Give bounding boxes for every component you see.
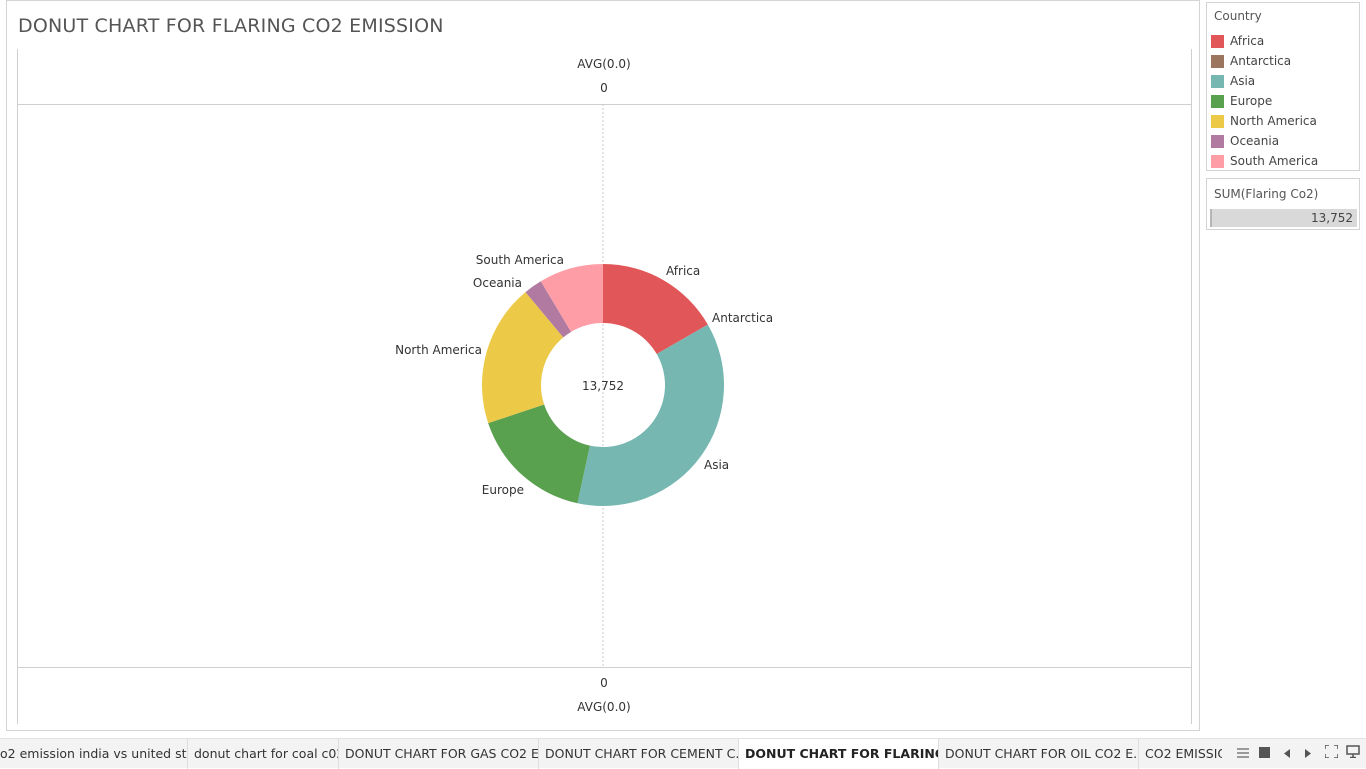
- tab-donut-gas[interactable]: DONUT CHART FOR GAS CO2 E...: [339, 739, 539, 769]
- slice-label-asia: Asia: [704, 458, 729, 472]
- slice-label-africa: Africa: [666, 264, 700, 278]
- grid-view-icon[interactable]: [1234, 739, 1252, 769]
- sum-card-title: SUM(Flaring Co2): [1214, 187, 1319, 201]
- legend-label: Oceania: [1230, 134, 1280, 148]
- legend-swatch: [1211, 54, 1224, 68]
- slice-asia[interactable]: [577, 324, 724, 506]
- legend-item-antarctica[interactable]: Antarctica: [1211, 53, 1291, 69]
- legend-label: Antarctica: [1230, 54, 1292, 68]
- presentation-icon[interactable]: [1344, 739, 1362, 769]
- legend-item-south-america[interactable]: South America: [1211, 153, 1318, 169]
- tab-donut-oil[interactable]: DONUT CHART FOR OIL CO2 E...: [939, 739, 1139, 769]
- legend-swatch: [1211, 154, 1224, 168]
- legend-swatch: [1211, 134, 1224, 148]
- sum-card-value: 13,752: [1210, 209, 1357, 227]
- donut-center-total: 13,752: [582, 379, 624, 393]
- sheet-tab-bar: o2 emission india vs united stat... donu…: [0, 738, 1366, 769]
- legend-title: Country: [1214, 9, 1262, 23]
- legend-label: Europe: [1230, 94, 1273, 108]
- fullscreen-icon[interactable]: [1322, 739, 1340, 769]
- legend-label: Asia: [1230, 74, 1256, 88]
- slice-label-north-america: North America: [395, 343, 482, 357]
- square-view-icon[interactable]: [1256, 739, 1272, 769]
- legend-item-asia[interactable]: Asia: [1211, 73, 1255, 89]
- legend-label: South America: [1230, 154, 1319, 168]
- legend-swatch: [1211, 34, 1224, 48]
- slice-label-oceania: Oceania: [473, 276, 522, 290]
- sum-flaring-co2-card: SUM(Flaring Co2) 13,752: [1206, 178, 1360, 230]
- slice-label-antarctica: Antarctica: [712, 311, 773, 325]
- legend-item-north-america[interactable]: North America: [1211, 113, 1317, 129]
- slice-label-europe: Europe: [482, 483, 524, 497]
- country-legend: Country Africa Antarctica Asia Europe No…: [1206, 2, 1360, 171]
- legend-swatch: [1211, 74, 1224, 88]
- legend-swatch: [1211, 94, 1224, 108]
- slice-label-south-america: South America: [476, 253, 564, 267]
- tab-donut-coal[interactable]: donut chart for coal c02: [188, 739, 339, 769]
- legend-item-africa[interactable]: Africa: [1211, 33, 1264, 49]
- triangle-left-icon[interactable]: [1279, 739, 1295, 769]
- tab-co2-emission[interactable]: CO2 EMISSIO: [1139, 739, 1222, 769]
- legend-label: Africa: [1230, 34, 1265, 48]
- legend-label: North America: [1230, 114, 1317, 128]
- tab-donut-flaring[interactable]: DONUT CHART FOR FLARING ...: [739, 739, 939, 769]
- legend-item-europe[interactable]: Europe: [1211, 93, 1272, 109]
- legend-item-oceania[interactable]: Oceania: [1211, 133, 1279, 149]
- legend-swatch: [1211, 114, 1224, 128]
- tab-india-vs-us[interactable]: o2 emission india vs united stat...: [0, 739, 188, 769]
- donut-chart[interactable]: Africa Antarctica Asia Europe North America O…: [0, 0, 1200, 731]
- triangle-right-icon[interactable]: [1300, 739, 1316, 769]
- tab-donut-cement[interactable]: DONUT CHART FOR CEMENT C...: [539, 739, 739, 769]
